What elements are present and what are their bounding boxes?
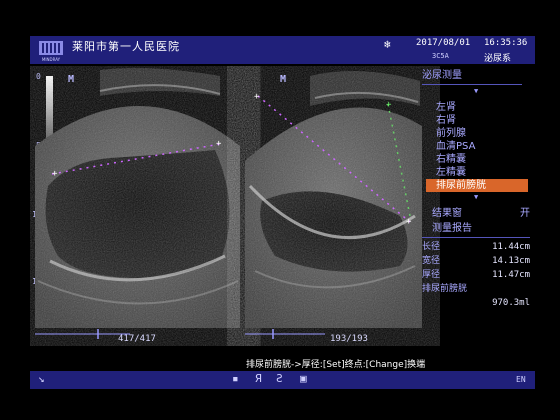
result-label: 宽径 xyxy=(422,256,441,266)
orientation-marker: M xyxy=(68,74,74,85)
layout-icon[interactable]: ▣ xyxy=(300,372,307,385)
measurement-panel: 泌尿测量 ▼ 左肾 右肾 前列腺 血清PSA 右精囊 左精囊 排尿前膀胱 ▼ 结… xyxy=(422,66,534,366)
result-label: 排尿前膀胱 xyxy=(422,284,468,294)
caliper-start-icon[interactable]: + xyxy=(386,100,392,110)
result-label: 厚径 xyxy=(422,270,441,280)
result-value: 970.3ml xyxy=(492,298,530,308)
status-hint: 排尿前膀胱->厚径:[Set]终点:[Change]换端 xyxy=(246,360,426,370)
menu-item-left-seminal-vesicle[interactable]: 左精囊 xyxy=(422,166,534,179)
ultrasound-view[interactable]: + + + + + M M xyxy=(30,66,450,346)
exam-time: 16:35:36 xyxy=(484,38,528,48)
frame-counter-right: 193/193 xyxy=(330,334,368,344)
result-value: 11.47cm xyxy=(492,270,530,280)
record-icon[interactable]: ▪ xyxy=(232,372,239,385)
menu-item-right-seminal-vesicle[interactable]: 右精囊 xyxy=(422,153,534,166)
orientation-marker: M xyxy=(280,74,286,85)
result-row: 长径 11.44cm xyxy=(422,240,530,254)
probe-label: 3C5A xyxy=(432,52,449,60)
result-label: 长径 xyxy=(422,242,441,252)
scroll-up-icon[interactable]: ▼ xyxy=(422,87,534,95)
result-row: 宽径 14.13cm xyxy=(422,254,530,268)
scroll-down-icon[interactable]: ▼ xyxy=(422,193,534,201)
menu-item-pre-void-bladder[interactable]: 排尿前膀胱 xyxy=(426,179,528,192)
menu-item-prostate[interactable]: 前列腺 xyxy=(422,127,534,140)
frame-counter-left: 417/417 xyxy=(118,334,156,344)
right-ultrasound-image[interactable] xyxy=(245,66,422,329)
caliper-end-icon[interactable]: + xyxy=(406,217,412,227)
menu-item-left-kidney[interactable]: 左肾 xyxy=(422,101,534,114)
menu-item-right-kidney[interactable]: 右肾 xyxy=(422,114,534,127)
hospital-name: 莱阳市第一人民医院 xyxy=(72,40,180,53)
caliper-start-icon[interactable]: + xyxy=(52,169,58,179)
left-ultrasound-image[interactable] xyxy=(35,66,240,328)
rotate-icon[interactable]: Я xyxy=(255,372,262,385)
mindray-logo: MINDRAY xyxy=(39,41,63,62)
menu-item-serum-psa[interactable]: 血清PSA xyxy=(422,140,534,153)
result-value: 11.44cm xyxy=(492,242,530,252)
caliper-start-icon[interactable]: + xyxy=(254,92,260,102)
arrow-icon[interactable]: ↘ xyxy=(38,372,45,385)
result-row: 排尿前膀胱 xyxy=(422,282,530,296)
result-value: 14.13cm xyxy=(492,256,530,266)
brand-text: MINDRAY xyxy=(42,57,61,62)
result-row: 970.3ml xyxy=(422,296,530,310)
result-window-label: 结果窗 xyxy=(432,208,462,219)
flip-icon[interactable]: Ƨ xyxy=(276,372,283,385)
language-indicator[interactable]: EN xyxy=(516,375,526,384)
freeze-icon[interactable]: ❄ xyxy=(384,38,391,51)
exam-date: 2017/08/01 xyxy=(416,38,471,48)
result-window-toggle[interactable]: 开 xyxy=(520,204,530,219)
exam-mode: 泌尿系 xyxy=(484,54,512,64)
result-row: 厚径 11.47cm xyxy=(422,268,530,282)
caliper-end-icon[interactable]: + xyxy=(216,139,222,149)
report-title: 测量报告 xyxy=(432,223,472,234)
panel-title: 泌尿测量 xyxy=(422,70,462,81)
